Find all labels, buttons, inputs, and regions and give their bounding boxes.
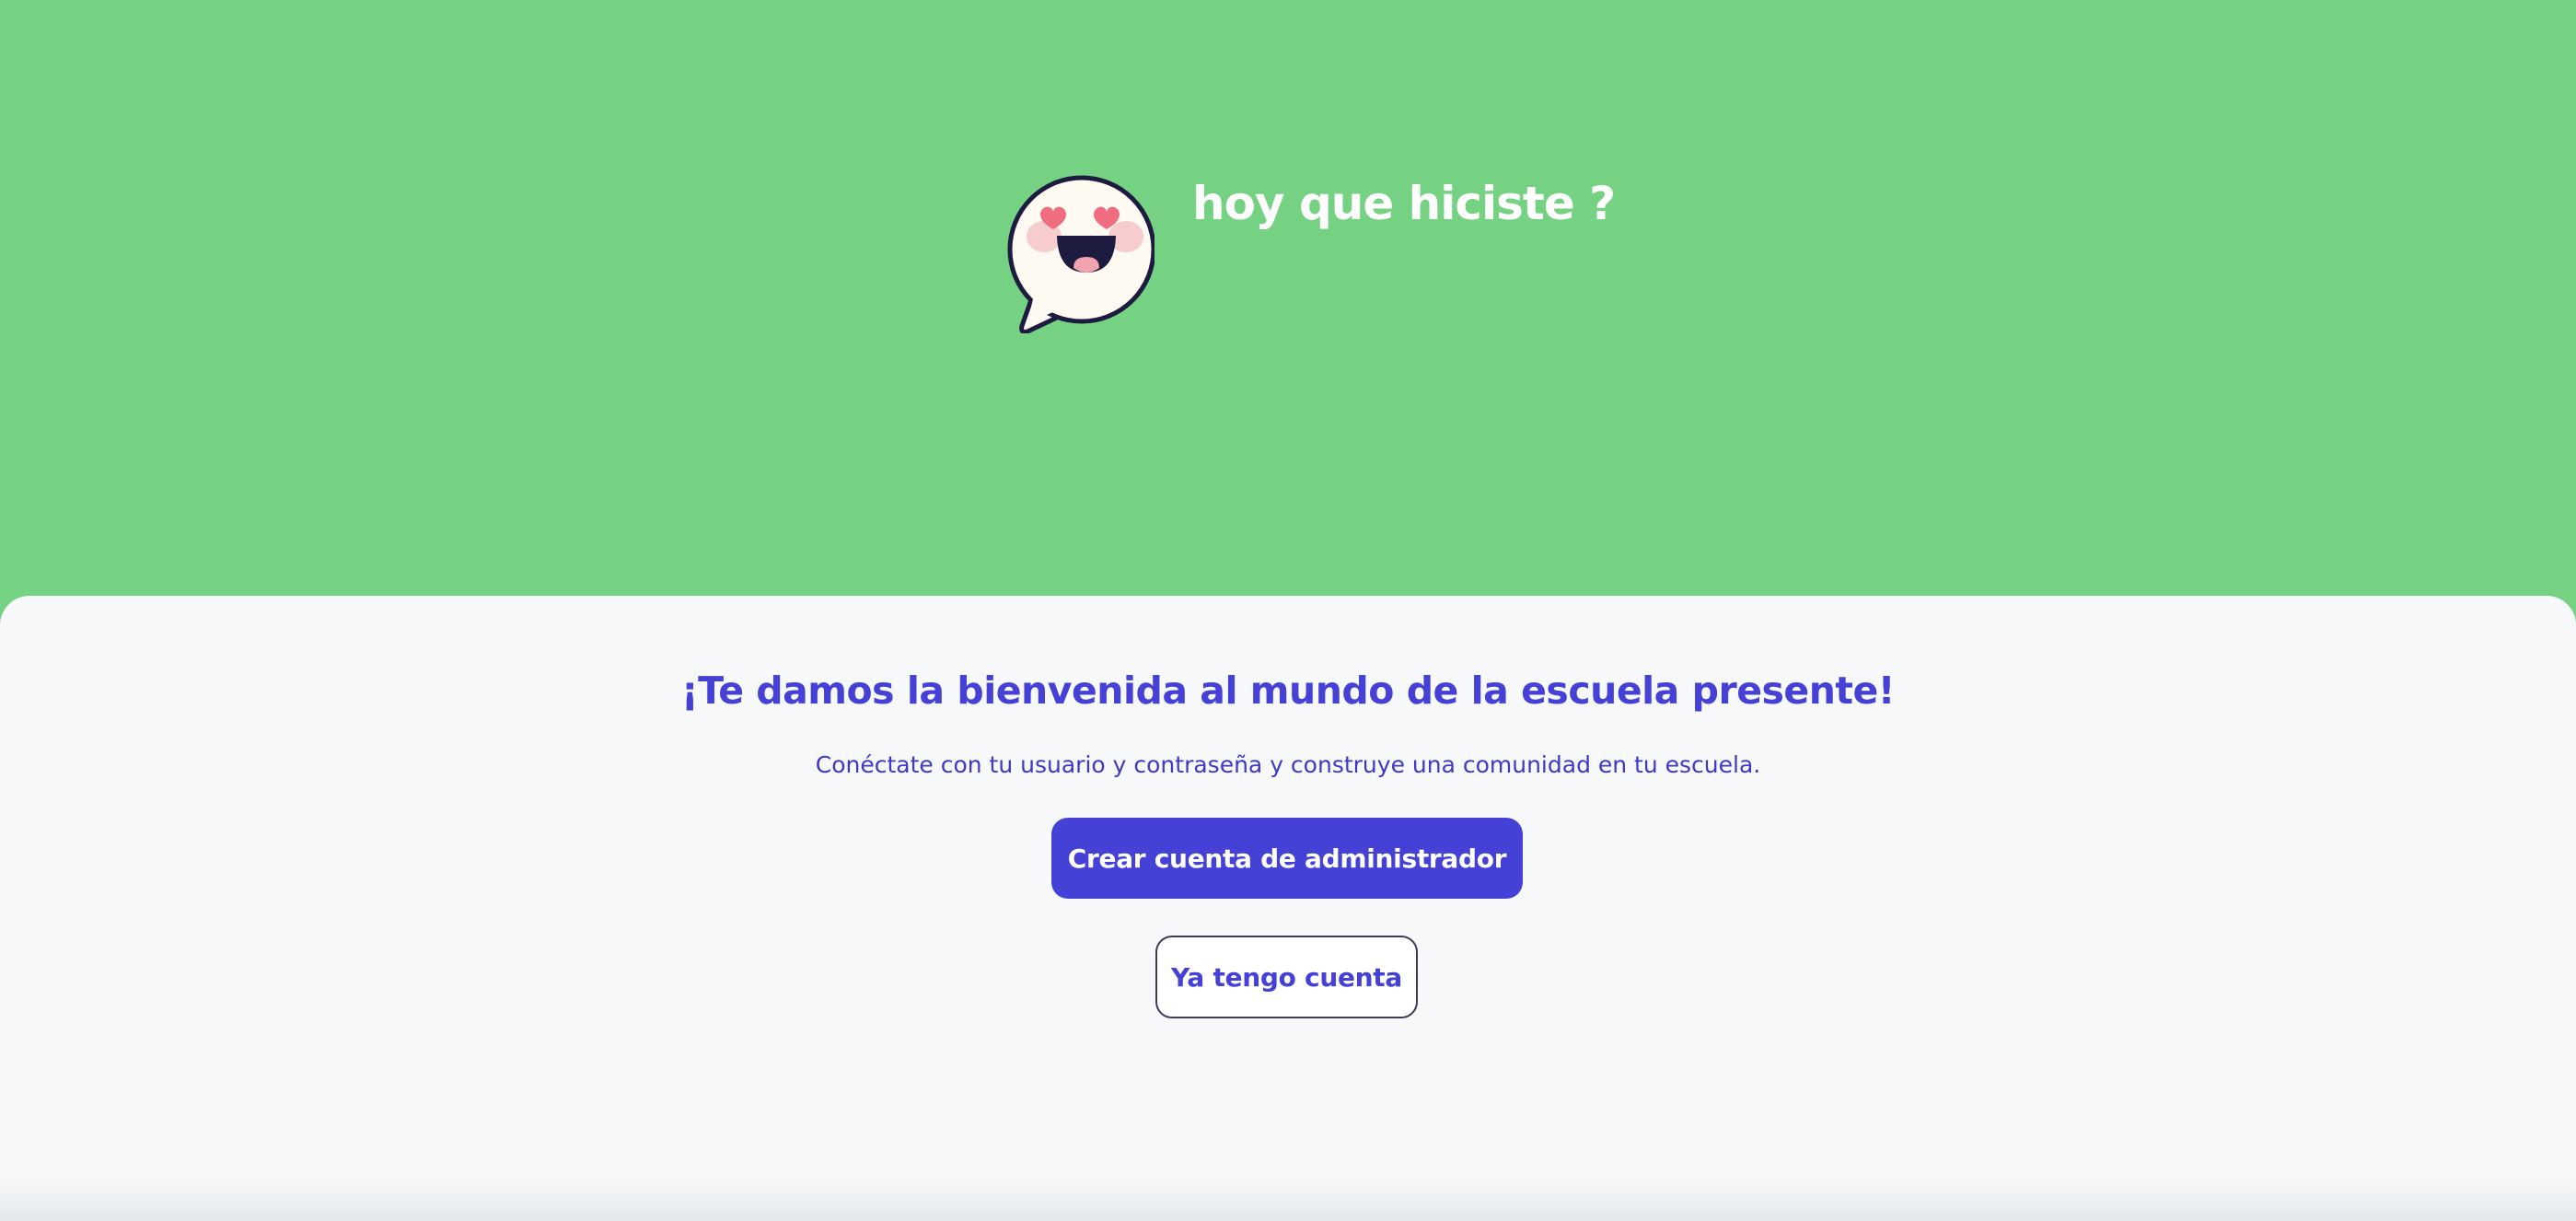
have-account-button[interactable]: Ya tengo cuenta xyxy=(1155,936,1418,1018)
app-title: hoy que hiciste ? xyxy=(1192,177,1616,230)
bottom-shadow xyxy=(0,1179,2576,1221)
welcome-card: ¡Te damos la bienvenida al mundo de la e… xyxy=(0,596,2576,1221)
welcome-subtitle: Conéctate con tu usuario y contraseña y … xyxy=(815,751,1761,778)
hero-banner: hoy que hiciste ? xyxy=(0,0,2576,608)
smiling-speech-bubble-logo-icon xyxy=(1007,175,1155,333)
create-admin-account-button[interactable]: Crear cuenta de administrador xyxy=(1051,818,1523,899)
welcome-title: ¡Te damos la bienvenida al mundo de la e… xyxy=(680,669,1896,713)
